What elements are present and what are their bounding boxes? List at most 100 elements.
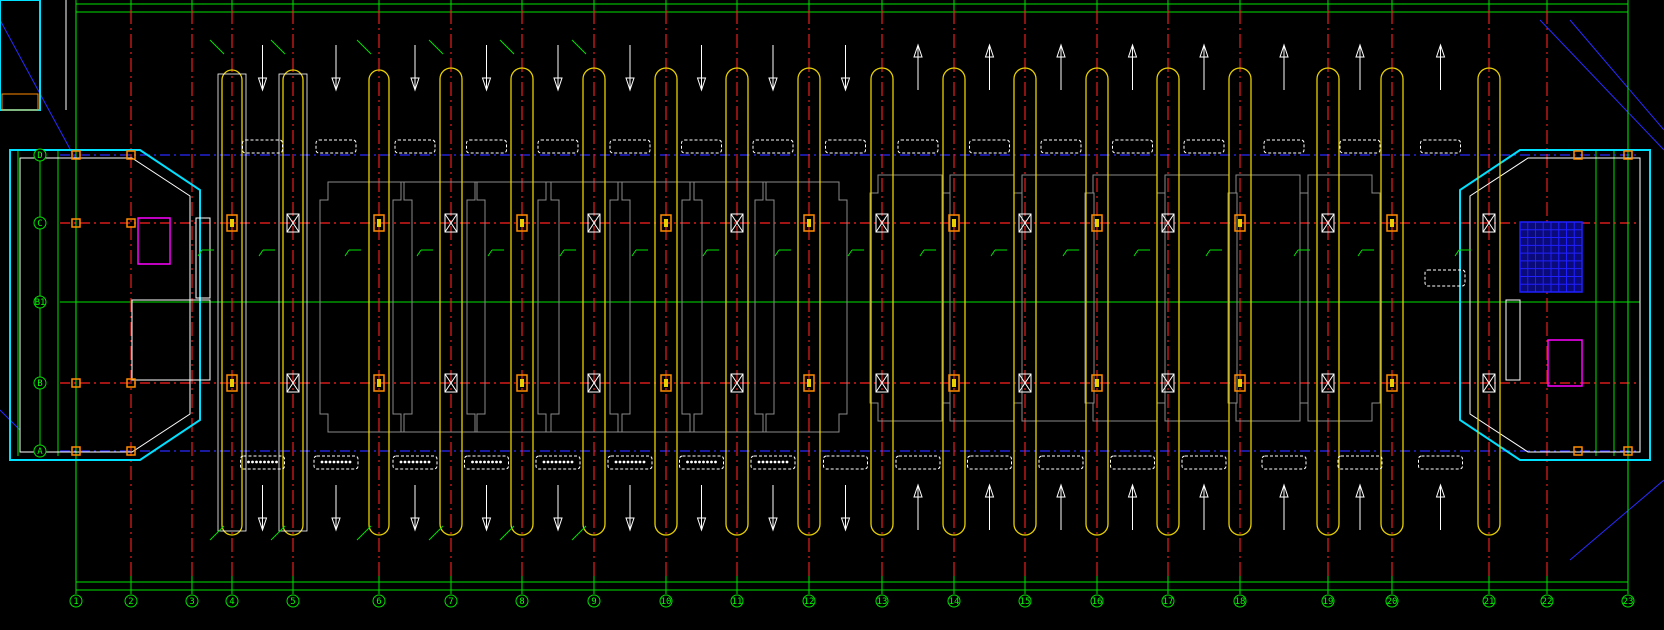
column-marker-core xyxy=(952,379,956,387)
column-marker-core xyxy=(952,219,956,227)
axis-bubble-label: 12 xyxy=(804,597,815,607)
column-marker-core xyxy=(1095,219,1099,227)
fixture-dot xyxy=(614,460,618,464)
axis-bubble-label: 17 xyxy=(1163,597,1174,607)
fixture-dot xyxy=(542,460,546,464)
fixture-dot xyxy=(773,460,777,464)
fixture-dot xyxy=(781,460,785,464)
fixture-dot xyxy=(626,460,630,464)
column-marker-core xyxy=(1390,219,1394,227)
fixture-dot xyxy=(411,460,415,464)
fixture-dot xyxy=(694,460,697,464)
fixture-dot xyxy=(550,460,554,464)
fixture-dot xyxy=(618,460,622,464)
fixture-dot xyxy=(471,460,474,464)
fixture-dot xyxy=(267,460,270,464)
column-marker-core xyxy=(230,379,234,387)
column-marker-core xyxy=(1095,379,1099,387)
fixture-dot xyxy=(271,460,274,464)
fixture-dot xyxy=(336,460,340,464)
axis-bubble-label: 8 xyxy=(519,597,524,607)
column-marker-core xyxy=(664,219,668,227)
axis-bubble-label: C xyxy=(37,219,42,229)
axis-bubble-label: 23 xyxy=(1623,597,1634,607)
fixture-dot xyxy=(483,460,486,464)
fixture-dot xyxy=(348,460,352,464)
fixture-dot xyxy=(275,460,278,464)
axis-bubble-label: 15 xyxy=(1020,597,1031,607)
axis-bubble-label: 2 xyxy=(128,597,133,607)
fixture-dot xyxy=(475,460,478,464)
fixture-dot xyxy=(634,460,638,464)
fixture-dot xyxy=(332,460,336,464)
fixture-dot xyxy=(499,460,502,464)
fixture-dot xyxy=(710,460,713,464)
fixture-dot xyxy=(785,460,789,464)
column-marker-core xyxy=(664,379,668,387)
axis-bubble-label: 6 xyxy=(376,597,381,607)
axis-bubble-label: 7 xyxy=(448,597,453,607)
fixture-dot xyxy=(546,460,550,464)
fixture-dot xyxy=(479,460,482,464)
fixture-dot xyxy=(622,460,626,464)
fixture-dot xyxy=(686,460,689,464)
fixture-dot xyxy=(638,460,642,464)
fixture-dot xyxy=(423,460,427,464)
axis-bubble-label: 20 xyxy=(1387,597,1398,607)
fixture-dot xyxy=(566,460,570,464)
fixture-dot xyxy=(554,460,558,464)
fixture-dot xyxy=(714,460,717,464)
axis-bubble-label: 22 xyxy=(1542,597,1553,607)
fixture-dot xyxy=(403,460,407,464)
fixture-dot xyxy=(642,460,646,464)
drawing-background xyxy=(0,0,1664,630)
fixture-dot xyxy=(706,460,709,464)
column-marker-core xyxy=(520,219,524,227)
axis-bubble-label: 16 xyxy=(1092,597,1103,607)
axis-bubble-label: 18 xyxy=(1235,597,1246,607)
fixture-dot xyxy=(698,460,701,464)
column-marker-core xyxy=(807,219,811,227)
axis-bubble-label: 4 xyxy=(229,597,234,607)
column-marker-core xyxy=(520,379,524,387)
axis-bubble-label: 9 xyxy=(591,597,596,607)
fixture-dot xyxy=(491,460,494,464)
floor-plan-drawing: 1 2 3 4 5 6 7 8 9 10 11 12 13 14 15 16 17 18 19 20 21 22 23DCB… xyxy=(0,0,1664,630)
axis-bubble-label: A xyxy=(37,447,43,457)
fixture-dot xyxy=(630,460,634,464)
axis-bubble-label: B xyxy=(37,379,42,389)
axis-bubble-label: 5 xyxy=(290,597,295,607)
fixture-dot xyxy=(702,460,705,464)
column-marker-core xyxy=(1238,379,1242,387)
fixture-dot xyxy=(562,460,566,464)
column-marker-core xyxy=(377,379,381,387)
column-marker-core xyxy=(230,219,234,227)
fixture-dot xyxy=(765,460,769,464)
axis-bubble-label: 3 xyxy=(189,597,194,607)
fixture-dot xyxy=(320,460,324,464)
fixture-dot xyxy=(344,460,348,464)
axis-bubble-label: D xyxy=(37,151,42,161)
fixture-dot xyxy=(777,460,781,464)
fixture-dot xyxy=(427,460,431,464)
fixture-dot xyxy=(761,460,765,464)
axis-bubble-label: 14 xyxy=(949,597,960,607)
axis-bubble-label: 21 xyxy=(1484,597,1495,607)
fixture-dot xyxy=(757,460,761,464)
fixture-dot xyxy=(407,460,411,464)
axis-bubble-label: 1 xyxy=(73,597,78,607)
column-marker-core xyxy=(807,379,811,387)
axis-bubble-label: 13 xyxy=(877,597,888,607)
axis-bubble-label: B1 xyxy=(35,298,46,308)
axis-bubble-label: 11 xyxy=(732,597,743,607)
fixture-dot xyxy=(251,460,254,464)
column-marker-core xyxy=(1390,379,1394,387)
axis-bubble-label: 19 xyxy=(1323,597,1334,607)
column-marker-core xyxy=(1238,219,1242,227)
fixture-dot xyxy=(247,460,250,464)
fixture-dot xyxy=(328,460,332,464)
column-marker-core xyxy=(377,219,381,227)
fixture-dot xyxy=(259,460,262,464)
fixture-dot xyxy=(690,460,693,464)
fixture-dot xyxy=(570,460,574,464)
